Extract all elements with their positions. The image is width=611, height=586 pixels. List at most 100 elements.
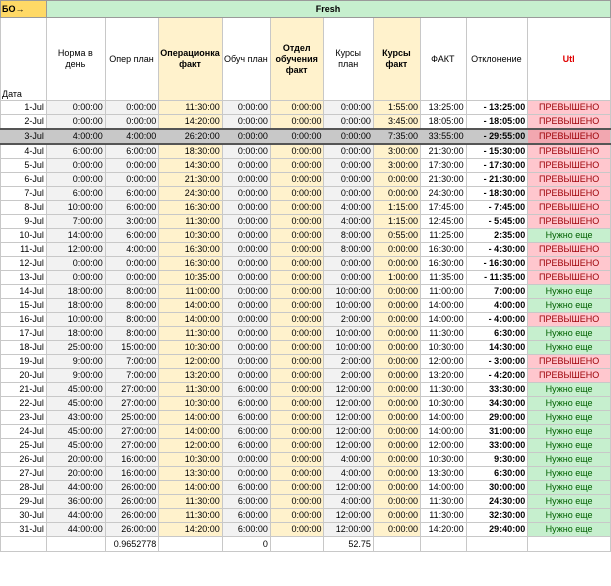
cell-deviation[interactable]: 24:30:00: [465, 494, 529, 509]
header-training-dept-fact[interactable]: Отдел обучения факт: [269, 17, 325, 101]
cell-deviation[interactable]: - 3:00:00: [465, 354, 529, 369]
cell-date[interactable]: 2-Jul: [0, 114, 47, 130]
cell-courses-fact[interactable]: 0:00:00: [372, 284, 422, 299]
cell-training-plan[interactable]: 0:00:00: [221, 340, 271, 355]
cell-date[interactable]: 20-Jul: [0, 368, 47, 383]
cell-training-plan[interactable]: 0:00:00: [221, 284, 271, 299]
cell-oper-plan[interactable]: 6:00:00: [104, 228, 160, 243]
bo-label-cell[interactable]: БО→: [0, 0, 47, 18]
cell-courses-fact[interactable]: 0:00:00: [372, 256, 422, 271]
cell-courses-plan[interactable]: 2:00:00: [323, 354, 374, 369]
cell-status[interactable]: Нужно еще: [527, 494, 611, 509]
cell-fact[interactable]: 13:30:00: [420, 466, 467, 481]
cell-courses-fact[interactable]: 0:00:00: [372, 172, 422, 187]
header-courses-plan[interactable]: Курсы план: [323, 17, 374, 101]
cell-deviation[interactable]: 29:00:00: [465, 410, 529, 425]
cell-training-plan[interactable]: 6:00:00: [221, 508, 271, 523]
cell-training-fact[interactable]: 0:00:00: [269, 298, 325, 313]
cell-training-fact[interactable]: 0:00:00: [269, 466, 325, 481]
cell-deviation[interactable]: - 11:35:00: [465, 270, 529, 285]
cell-training-fact[interactable]: 0:00:00: [269, 228, 325, 243]
cell-training-plan[interactable]: 0:00:00: [221, 298, 271, 313]
cell-courses-fact[interactable]: 0:00:00: [372, 186, 422, 201]
cell-courses-fact[interactable]: 1:55:00: [372, 100, 422, 115]
cell-deviation[interactable]: 6:30:00: [465, 326, 529, 341]
cell-oper-plan[interactable]: 3:00:00: [104, 214, 160, 229]
cell-courses-plan[interactable]: 4:00:00: [323, 494, 374, 509]
header-courses-fact[interactable]: Курсы факт: [372, 17, 422, 101]
cell-courses-plan[interactable]: 10:00:00: [323, 298, 374, 313]
cell-training-plan[interactable]: 6:00:00: [221, 424, 271, 439]
cell-training-fact[interactable]: 0:00:00: [269, 186, 325, 201]
cell-training-plan[interactable]: 6:00:00: [221, 382, 271, 397]
cell-oper-plan[interactable]: 0:00:00: [104, 100, 160, 115]
cell-fact[interactable]: 13:20:00: [420, 368, 467, 383]
cell-courses-plan[interactable]: 4:00:00: [323, 214, 374, 229]
cell-status[interactable]: ПРЕВЫШЕНО: [527, 143, 611, 159]
cell-norm[interactable]: 43:00:00: [45, 410, 106, 425]
cell-deviation[interactable]: 2:35:00: [465, 228, 529, 243]
cell-training-fact[interactable]: 0:00:00: [269, 494, 325, 509]
cell-courses-fact[interactable]: 1:00:00: [372, 270, 422, 285]
cell-deviation[interactable]: 7:00:00: [465, 284, 529, 299]
cell-courses-plan[interactable]: 10:00:00: [323, 284, 374, 299]
cell-training-fact[interactable]: 0:00:00: [269, 508, 325, 523]
cell-date[interactable]: 14-Jul: [0, 284, 47, 299]
cell-training-plan[interactable]: 0:00:00: [221, 214, 271, 229]
cell-status[interactable]: Нужно еще: [527, 480, 611, 495]
cell-fact[interactable]: 11:35:00: [420, 270, 467, 285]
cell-oper-fact[interactable]: 14:30:00: [158, 158, 223, 173]
cell-status[interactable]: ПРЕВЫШЕНО: [527, 242, 611, 257]
cell-fact[interactable]: 18:05:00: [420, 114, 467, 130]
cell-status[interactable]: Нужно еще: [527, 508, 611, 523]
cell-courses-fact[interactable]: 7:35:00: [372, 128, 422, 145]
cell-norm[interactable]: 18:00:00: [45, 326, 106, 341]
cell-status[interactable]: Нужно еще: [527, 298, 611, 313]
cell-fact[interactable]: 13:25:00: [420, 100, 467, 115]
cell-training-plan[interactable]: 6:00:00: [221, 494, 271, 509]
total-cell-norm[interactable]: [45, 536, 106, 552]
cell-training-fact[interactable]: 0:00:00: [269, 368, 325, 383]
cell-oper-fact[interactable]: 16:30:00: [158, 256, 223, 271]
cell-status[interactable]: Нужно еще: [527, 466, 611, 481]
cell-status[interactable]: ПРЕВЫШЕНО: [527, 128, 611, 145]
cell-status[interactable]: ПРЕВЫШЕНО: [527, 214, 611, 229]
cell-courses-plan[interactable]: 0:00:00: [323, 128, 374, 145]
cell-oper-fact[interactable]: 11:30:00: [158, 494, 223, 509]
cell-courses-fact[interactable]: 0:00:00: [372, 480, 422, 495]
cell-courses-plan[interactable]: 0:00:00: [323, 270, 374, 285]
cell-oper-fact[interactable]: 24:30:00: [158, 186, 223, 201]
cell-courses-plan[interactable]: 4:00:00: [323, 452, 374, 467]
cell-norm[interactable]: 10:00:00: [45, 312, 106, 327]
cell-oper-fact[interactable]: 11:30:00: [158, 326, 223, 341]
cell-date[interactable]: 18-Jul: [0, 340, 47, 355]
cell-courses-plan[interactable]: 8:00:00: [323, 242, 374, 257]
header-utl[interactable]: Utl: [527, 17, 611, 101]
cell-status[interactable]: Нужно еще: [527, 410, 611, 425]
cell-training-plan[interactable]: 0:00:00: [221, 354, 271, 369]
cell-oper-fact[interactable]: 10:35:00: [158, 270, 223, 285]
cell-oper-fact[interactable]: 10:30:00: [158, 228, 223, 243]
cell-status[interactable]: ПРЕВЫШЕНО: [527, 158, 611, 173]
cell-deviation[interactable]: 30:00:00: [465, 480, 529, 495]
cell-courses-plan[interactable]: 0:00:00: [323, 186, 374, 201]
cell-training-plan[interactable]: 0:00:00: [221, 114, 271, 130]
cell-status[interactable]: ПРЕВЫШЕНО: [527, 270, 611, 285]
cell-courses-plan[interactable]: 12:00:00: [323, 396, 374, 411]
cell-training-plan[interactable]: 0:00:00: [221, 143, 271, 159]
cell-deviation[interactable]: 4:00:00: [465, 298, 529, 313]
cell-status[interactable]: ПРЕВЫШЕНО: [527, 354, 611, 369]
cell-training-plan[interactable]: 0:00:00: [221, 368, 271, 383]
cell-training-plan[interactable]: 0:00:00: [221, 158, 271, 173]
cell-date[interactable]: 10-Jul: [0, 228, 47, 243]
cell-norm[interactable]: 6:00:00: [45, 143, 106, 159]
cell-oper-fact[interactable]: 16:30:00: [158, 200, 223, 215]
cell-oper-plan[interactable]: 26:00:00: [104, 480, 160, 495]
cell-training-plan[interactable]: 6:00:00: [221, 410, 271, 425]
cell-training-plan[interactable]: 0:00:00: [221, 186, 271, 201]
cell-norm[interactable]: 20:00:00: [45, 466, 106, 481]
cell-status[interactable]: Нужно еще: [527, 522, 611, 537]
cell-fact[interactable]: 11:30:00: [420, 508, 467, 523]
cell-status[interactable]: Нужно еще: [527, 326, 611, 341]
cell-fact[interactable]: 12:45:00: [420, 214, 467, 229]
